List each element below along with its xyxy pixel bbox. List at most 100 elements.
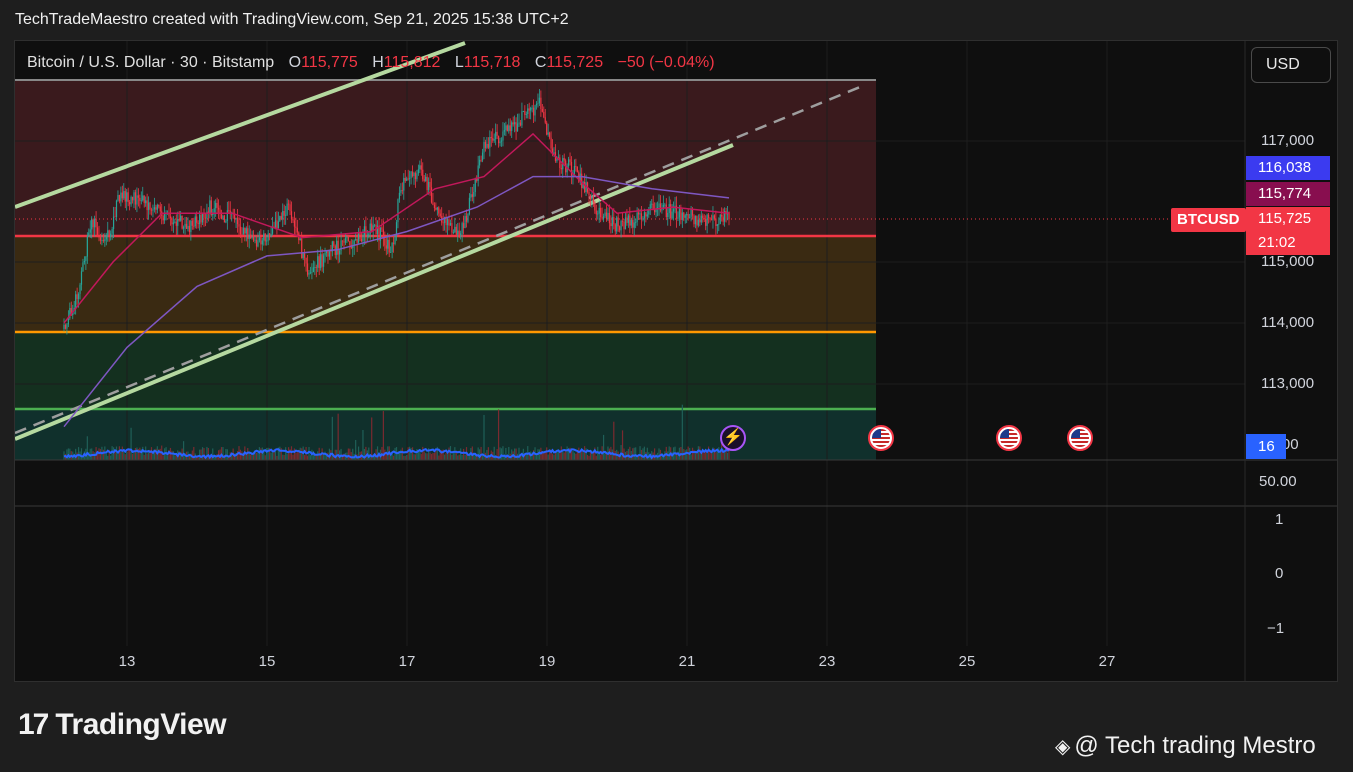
candle-body (620, 221, 622, 231)
volume-bar (444, 454, 446, 460)
us-flag-icon[interactable] (996, 425, 1022, 451)
candle-body (120, 192, 122, 202)
candle-body (483, 141, 485, 153)
volume-bar (411, 447, 414, 460)
candle-body (537, 103, 539, 104)
volume-bar (201, 447, 204, 460)
candle-body (633, 222, 635, 228)
volume-bar (287, 447, 290, 460)
candle-body (94, 219, 96, 228)
candle-body (374, 224, 376, 226)
candle-body (514, 122, 516, 125)
candle-body (457, 230, 459, 235)
volume-bar (94, 452, 96, 460)
candle-body (719, 214, 721, 224)
candle-body (336, 240, 338, 255)
candle-body (569, 159, 571, 162)
candle-body (702, 215, 704, 219)
candle-body (215, 202, 217, 209)
candle-body (145, 200, 147, 204)
volume-bar (112, 447, 115, 460)
candle-body (619, 226, 621, 231)
volume-bar (557, 451, 559, 460)
candle-body (635, 221, 637, 223)
candle-body (464, 216, 466, 229)
candle-body (181, 215, 183, 229)
us-flag-icon[interactable] (1067, 425, 1093, 451)
candle-body (184, 223, 186, 228)
candle-body (432, 202, 434, 205)
candle-body (645, 212, 647, 217)
candle-body (114, 216, 116, 218)
candle-body (436, 207, 438, 210)
volume-bar (295, 452, 297, 460)
candle-body (344, 238, 347, 243)
candle-body (261, 240, 263, 245)
candle-body (134, 192, 137, 205)
symbol-legend[interactable]: Bitcoin / U.S. Dollar · 30 · Bitstamp O1… (27, 54, 715, 72)
us-flag-icon[interactable] (868, 425, 894, 451)
binance-diamond-icon: ◈ (1055, 736, 1071, 758)
candle-body (693, 215, 695, 225)
candle-body (349, 241, 351, 246)
volume-bar (591, 453, 593, 460)
candle-body (130, 197, 132, 205)
volume-bar (207, 447, 209, 460)
candle-body (327, 250, 329, 257)
volume-bar (145, 446, 147, 460)
candle-body (226, 210, 228, 221)
volume-bar (546, 447, 548, 460)
volume-bar (245, 454, 247, 460)
candle-body (392, 242, 395, 244)
candle-body (213, 208, 215, 213)
volume-bar (508, 446, 510, 460)
volume-bar (575, 453, 577, 460)
candle-body (411, 171, 414, 177)
candle-body (493, 139, 495, 141)
candle-body (624, 217, 627, 230)
candle-body (204, 217, 207, 219)
candle-body (559, 157, 561, 168)
volume-bar (578, 447, 580, 460)
candle-body (222, 215, 224, 219)
candle-body (677, 217, 679, 219)
volume-bar (115, 446, 118, 460)
candle-body (547, 132, 549, 135)
author-watermark: ◈ @ Tech trading Mestro (1055, 732, 1316, 759)
candle-body (425, 176, 427, 181)
candle-body (260, 237, 262, 245)
chart-frame[interactable]: Bitcoin / U.S. Dollar · 30 · Bitstamp O1… (14, 40, 1338, 682)
candle-body (588, 191, 590, 196)
candle-body (117, 194, 119, 201)
time-tick: 13 (118, 653, 136, 670)
volume-bar (301, 448, 303, 460)
candle-body (508, 125, 510, 132)
volume-bar (203, 448, 205, 460)
candle-body (648, 210, 650, 215)
currency-button[interactable]: USD (1251, 47, 1331, 83)
candle-body (584, 181, 586, 193)
candle-body (96, 227, 99, 236)
candle-body (680, 207, 682, 220)
candle-body (296, 227, 298, 233)
candle-body (89, 229, 91, 233)
candle-body (320, 254, 322, 269)
close-label: C (534, 54, 547, 71)
price-tick: 114,000 (1261, 314, 1315, 331)
volume-bar (602, 434, 605, 460)
candle-body (401, 190, 403, 191)
candle-body (356, 239, 358, 243)
candle-body (516, 123, 519, 132)
candle-body (91, 219, 93, 230)
lightning-event-icon[interactable]: ⚡ (720, 425, 746, 451)
candle-body (201, 212, 204, 223)
chart-canvas[interactable] (15, 41, 1338, 682)
symbol-name[interactable]: Bitcoin / U.S. Dollar · 30 · Bitstamp (27, 54, 274, 71)
candle-body (309, 272, 312, 274)
volume-bar (425, 453, 427, 460)
candle-body (713, 215, 716, 219)
candle-body (293, 220, 296, 227)
volume-bar (296, 452, 298, 460)
volume-bar (349, 448, 351, 460)
tradingview-logo: 17 TradingView (18, 708, 227, 741)
